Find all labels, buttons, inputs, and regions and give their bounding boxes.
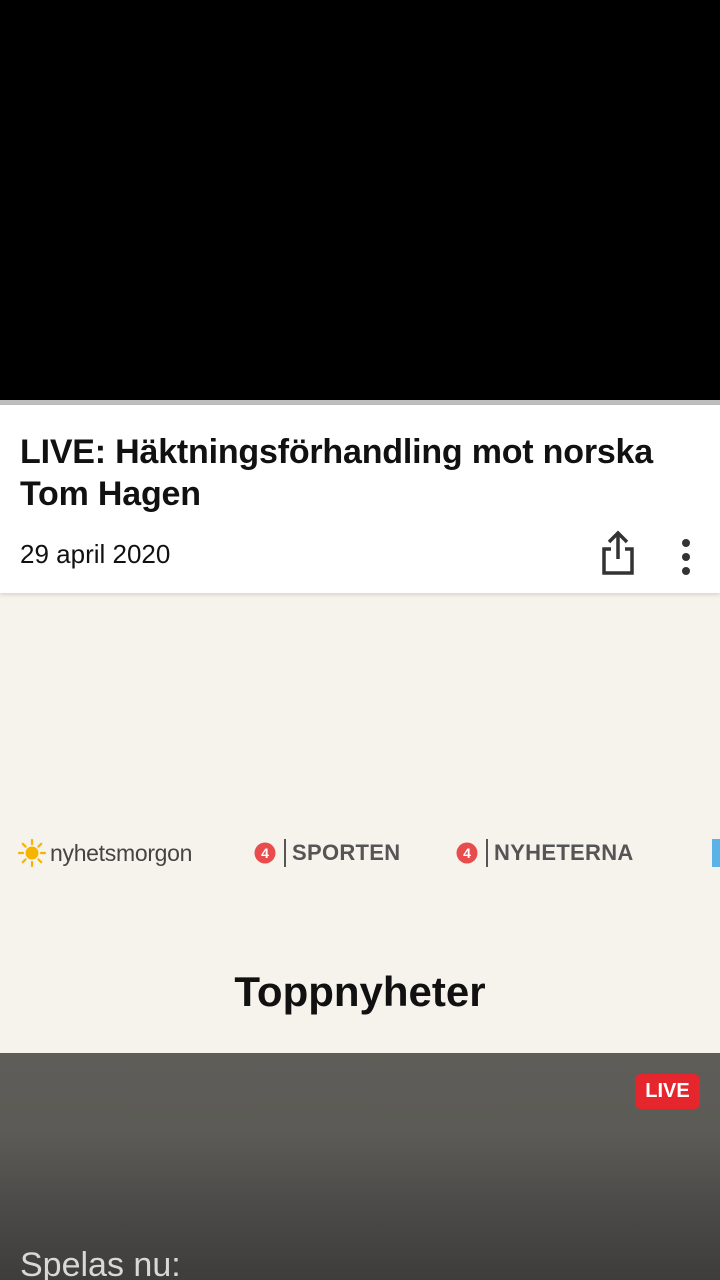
- news-card[interactable]: LIVE Spelas nu:: [0, 1053, 720, 1280]
- svg-text:4: 4: [261, 845, 269, 861]
- divider: [284, 839, 286, 867]
- video-title: LIVE: Häktningsförhandling mot norska To…: [20, 433, 653, 513]
- video-player[interactable]: [0, 0, 720, 400]
- playing-label: Spelas nu:: [20, 1246, 181, 1280]
- live-badge: LIVE: [635, 1074, 700, 1109]
- channel-partial-next[interactable]: [712, 839, 720, 867]
- tv4-logo-icon: 4: [254, 842, 276, 864]
- channel-label: SPORTEN: [292, 840, 401, 865]
- channel-nyhetsmorgon[interactable]: nyhetsmorgon: [18, 830, 192, 876]
- channel-sporten[interactable]: 4 SPORTEN: [254, 830, 400, 876]
- video-date: 29 april 2020: [20, 539, 171, 569]
- channel-nyheterna[interactable]: 4 NYHETERNA: [456, 830, 634, 876]
- channel-label: NYHETERNA: [494, 840, 634, 865]
- svg-text:4: 4: [463, 845, 471, 861]
- section-heading: Toppnyheter: [234, 968, 486, 1015]
- channel-strip: nyhetsmorgon 4 SPORTEN 4 NYHETERNA: [0, 830, 720, 876]
- share-button[interactable]: [598, 529, 638, 577]
- video-info-card: LIVE: Häktningsförhandling mot norska To…: [0, 405, 720, 593]
- more-options-button[interactable]: [670, 537, 702, 577]
- channel-label: nyhetsmorgon: [50, 839, 193, 866]
- tv4-logo-icon: 4: [456, 842, 478, 864]
- divider: [486, 839, 488, 867]
- sun-icon: [18, 839, 46, 867]
- share-icon: [602, 530, 634, 575]
- more-vertical-icon: [682, 539, 690, 575]
